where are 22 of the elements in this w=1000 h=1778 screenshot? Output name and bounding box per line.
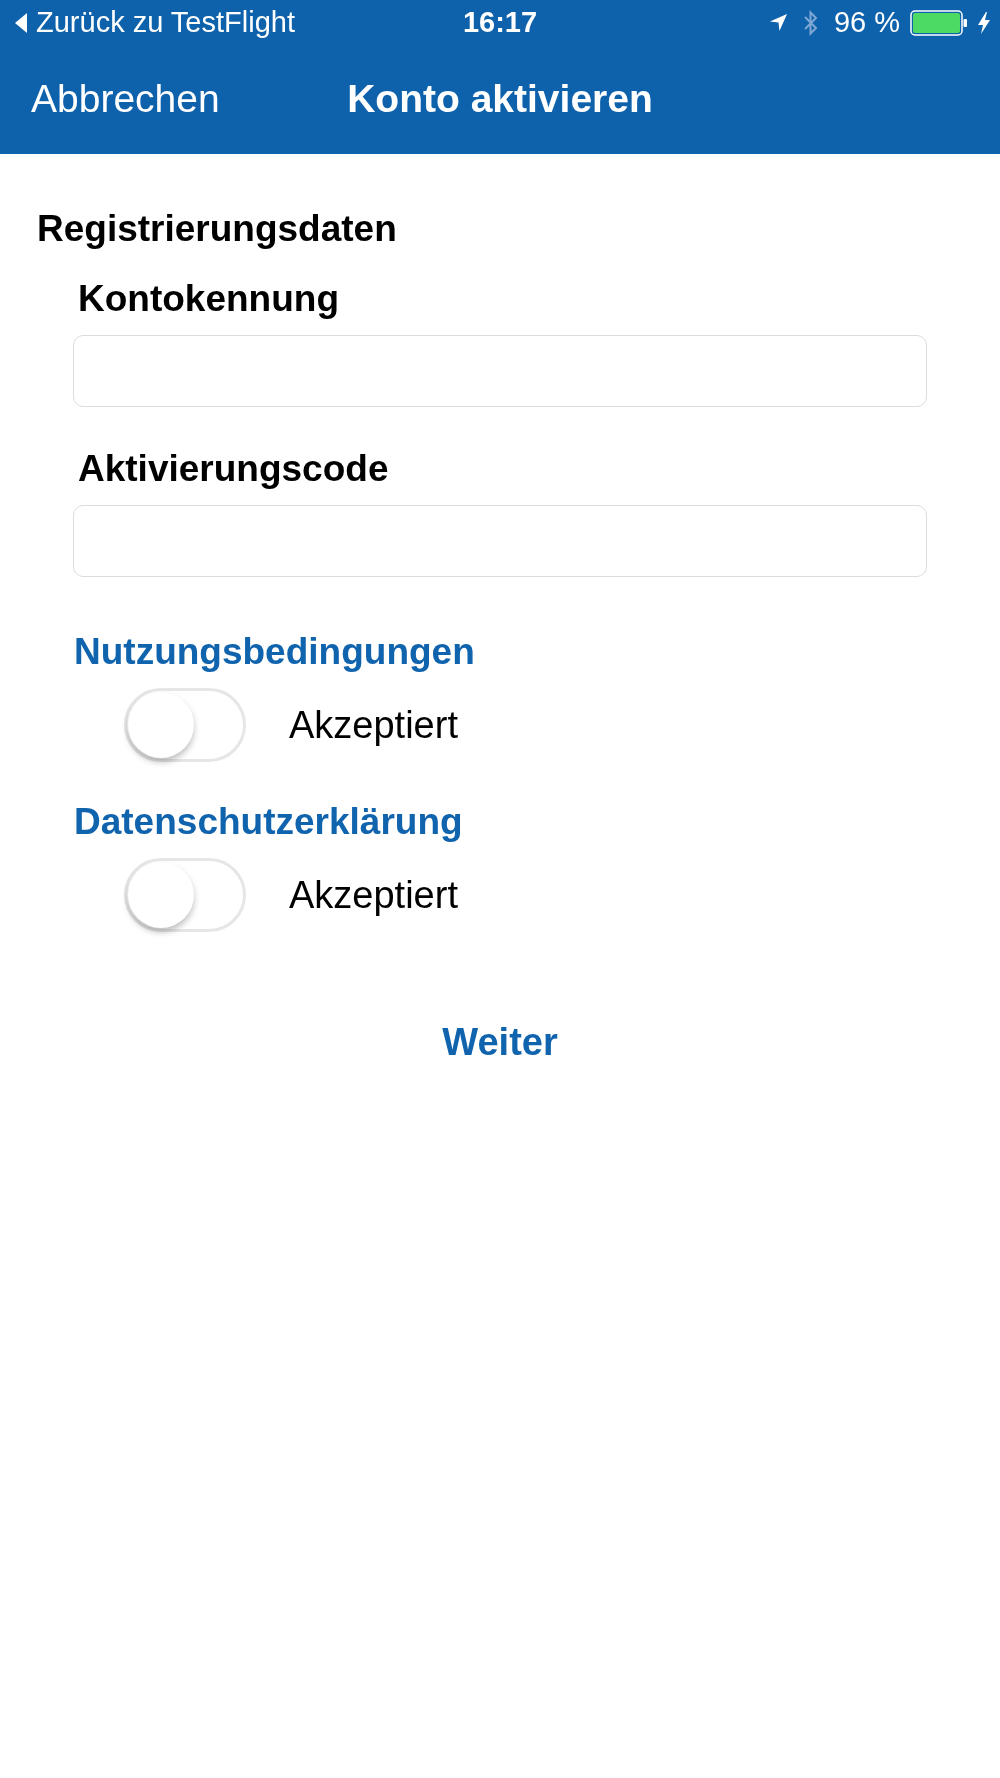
- toggle-label: Akzeptiert: [289, 873, 458, 917]
- field-label: Aktivierungscode: [78, 449, 389, 489]
- cancel-button[interactable]: Abbrechen: [31, 76, 220, 123]
- charging-bolt-icon: [978, 11, 990, 34]
- toggle-switch[interactable]: [124, 688, 246, 762]
- back-link[interactable]: Zurück zu TestFlight: [15, 5, 295, 40]
- document-link[interactable]: Datenschutzerklärung: [74, 802, 463, 842]
- document-link[interactable]: Nutzungsbedingungen: [74, 632, 475, 672]
- battery-icon: [910, 9, 968, 36]
- continue-button[interactable]: Weiter: [434, 1012, 566, 1072]
- toggle-label: Akzeptiert: [289, 703, 458, 747]
- status-time: 16:17: [462, 5, 538, 40]
- input-field[interactable]: [73, 335, 927, 407]
- location-arrow-icon: [768, 13, 788, 32]
- field-label: Kontokennung: [78, 279, 339, 319]
- bluetooth-icon: [803, 9, 818, 36]
- screen-title: Konto aktivieren: [347, 76, 653, 123]
- battery-percent: 96 %: [833, 5, 900, 40]
- input-field[interactable]: [73, 505, 927, 577]
- toggle-switch[interactable]: [124, 858, 246, 932]
- section-title: Registrierungsdaten: [37, 209, 397, 249]
- back-triangle-icon: [15, 12, 27, 33]
